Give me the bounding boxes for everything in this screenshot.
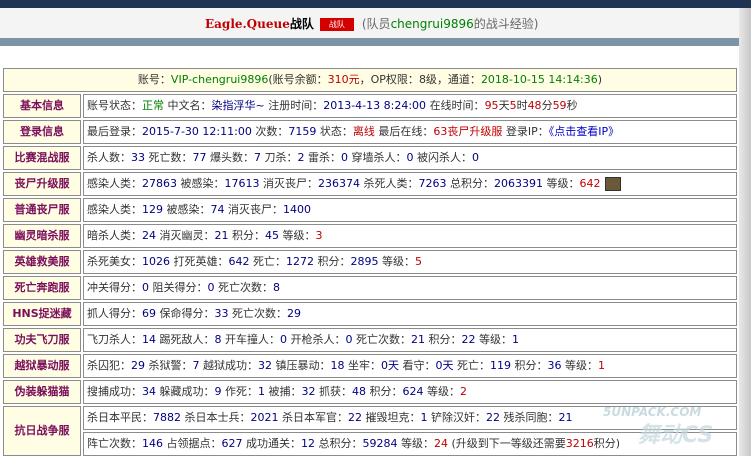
page-header: Eagle.Queue战队 战队 (队员chengrui9896的战斗经验)	[0, 8, 751, 39]
team-name[interactable]: Eagle.Queue	[205, 17, 290, 31]
row-label-hns: HNS捉迷藏	[3, 302, 81, 326]
account-id: VIP-chengrui9896	[170, 73, 269, 86]
divider-stripe	[0, 38, 751, 46]
header-title: Eagle.Queue战队 战队 (队员chengrui9896的战斗经验)	[205, 15, 538, 32]
row-data-knife: 飞刀杀人：14 踢死敌人：8 开车撞人：0 开枪杀人：0 死亡次数：21 积分：…	[83, 328, 737, 352]
table-row-run: 死亡奔跑服 冲关得分：0 阻关得分：0 死亡次数：8	[3, 276, 737, 300]
row-data-hero: 杀死美女：1026 打死英雄：642 死亡：1272 积分：2895 等级：5	[83, 250, 737, 274]
row-data-zombie-normal: 感染人类：129 被感染：74 消灭丧尸：1400	[83, 198, 737, 222]
rank-avatar-icon	[604, 177, 621, 191]
team-suffix: 战队	[289, 17, 314, 31]
row-label-basic: 基本信息	[3, 94, 81, 118]
team-badge-icon: 战队	[319, 18, 354, 31]
table-row-zombie-up: 丧尸升级服 感染人类：27863 被感染：17613 消灭丧尸：236374 杀…	[3, 172, 737, 196]
view-ip-link[interactable]: 《点击查看IP》	[549, 125, 619, 138]
table-row-hero: 英雄救美服 杀死美女：1026 打死英雄：642 死亡：1272 积分：2895…	[3, 250, 737, 274]
last-online-server: 63丧尸升级服	[433, 125, 503, 138]
login-count: 7159	[288, 125, 317, 138]
row-data-run: 冲关得分：0 阻关得分：0 死亡次数：8	[83, 276, 737, 300]
row-data-zombie-up: 感染人类：27863 被感染：17613 消灭丧尸：236374 杀死人类：72…	[83, 172, 737, 196]
row-data-basic: 账号状态：正常 中文名：染指浮华~ 注册时间：2013-4-13 8:24:00…	[83, 94, 737, 118]
row-label-zombie-normal: 普通丧尸服	[3, 198, 81, 222]
row-data-ghost: 暗杀人类：24 消灭幽灵：21 积分：45 等级：3	[83, 224, 737, 248]
op-permission: 8级	[418, 73, 437, 86]
table-row-zombie-normal: 普通丧尸服 感染人类：129 被感染：74 消灭丧尸：1400	[3, 198, 737, 222]
member-name: chengrui9896	[390, 17, 474, 31]
row-label-war: 抗日战争服	[3, 406, 81, 456]
member-caption: (队员chengrui9896的战斗经验)	[361, 17, 539, 31]
account-cell: 账号：VIP-chengrui9896(账号余额：310元，OP权限：8级，通道…	[3, 68, 737, 92]
chinese-name: 染指浮华~	[211, 99, 265, 112]
account-row: 账号：VIP-chengrui9896(账号余额：310元，OP权限：8级，通道…	[3, 68, 737, 92]
table-row-mix: 比赛混战服 杀人数：33 死亡数：77 爆头数：7 刀杀：2 雷杀：0 穿墙杀人…	[3, 146, 737, 170]
table-row-hns: HNS捉迷藏 抓人得分：69 保命得分：33 死亡次数：29	[3, 302, 737, 326]
row-data-hns: 抓人得分：69 保命得分：33 死亡次数：29	[83, 302, 737, 326]
channel-datetime: 2018-10-15 14:14:36	[480, 73, 598, 86]
site-watermark-logo: 5UNPACK.COM 舞动CS	[603, 405, 713, 448]
register-time: 2013-4-13 8:24:00	[323, 99, 427, 112]
last-login: 2015-7-30 12:11:00	[142, 125, 252, 138]
account-balance: 310元	[327, 73, 360, 86]
table-row-ghost: 幽灵暗杀服 暗杀人类：24 消灭幽灵：21 积分：45 等级：3	[3, 224, 737, 248]
row-label-mix: 比赛混战服	[3, 146, 81, 170]
top-dark-bar	[0, 0, 751, 8]
account-status: 正常	[142, 99, 164, 112]
watermark-text-2: 舞动CS	[638, 423, 713, 448]
row-label-login: 登录信息	[3, 120, 81, 144]
table-row-knife: 功夫飞刀服 飞刀杀人：14 踢死敌人：8 开车撞人：0 开枪杀人：0 死亡次数：…	[3, 328, 737, 352]
row-data-jail: 杀囚犯：29 杀狱警：7 越狱成功：32 镇压暴动：18 坐牢：0天 看守：0天…	[83, 354, 737, 378]
row-label-run: 死亡奔跑服	[3, 276, 81, 300]
table-row-jail: 越狱暴动服 杀囚犯：29 杀狱警：7 越狱成功：32 镇压暴动：18 坐牢：0天…	[3, 354, 737, 378]
row-label-knife: 功夫飞刀服	[3, 328, 81, 352]
table-row-basic: 基本信息 账号状态：正常 中文名：染指浮华~ 注册时间：2013-4-13 8:…	[3, 94, 737, 118]
row-label-disguise: 伪装躲猫猫	[3, 380, 81, 404]
row-label-ghost: 幽灵暗杀服	[3, 224, 81, 248]
table-row-login: 登录信息 最后登录：2015-7-30 12:11:00 次数：7159 状态：…	[3, 120, 737, 144]
row-label-hero: 英雄救美服	[3, 250, 81, 274]
row-label-jail: 越狱暴动服	[3, 354, 81, 378]
row-data-login: 最后登录：2015-7-30 12:11:00 次数：7159 状态：离线 最后…	[83, 120, 737, 144]
watermark-text-1: 5UNPACK.COM	[603, 405, 701, 419]
scrollbar-track[interactable]	[739, 8, 751, 456]
row-label-zombie-up: 丧尸升级服	[3, 172, 81, 196]
row-data-mix: 杀人数：33 死亡数：77 爆头数：7 刀杀：2 雷杀：0 穿墙杀人：0 被闪杀…	[83, 146, 737, 170]
online-state: 离线	[352, 125, 375, 138]
